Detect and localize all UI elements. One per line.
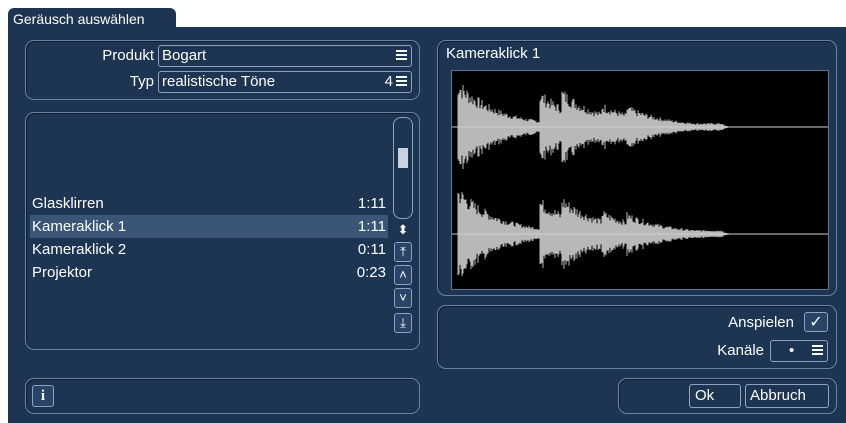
scrollbar-thumb[interactable] [398,148,408,168]
produkt-value: Bogart [162,47,207,64]
list-item-name: Kameraklick 1 [32,218,127,235]
list-item-name: Glasklirren [32,195,104,212]
list-item-selected[interactable]: Kameraklick 1 1:11 [30,215,388,238]
typ-label: Typ [129,73,154,90]
typ-count: 4 [384,73,393,90]
anspielen-label: Anspielen [728,314,794,331]
dialog-title: Geräusch auswählen [13,11,145,27]
footer-right-panel: Ok Abbruch [618,378,837,414]
info-button[interactable]: i [32,385,54,407]
produkt-label: Produkt [102,47,154,64]
list-item-name: Kameraklick 2 [32,241,127,258]
list-item[interactable]: Projektor 0:23 [30,261,388,284]
typ-select[interactable]: realistische Töne 4 [158,71,412,93]
menu-icon [812,345,823,357]
filter-panel: Produkt Bogart Typ realistische Töne 4 [25,40,420,100]
list-item-duration: 1:11 [357,195,386,212]
anspielen-checkbox[interactable]: ✓ [804,312,828,332]
scroll-top-button[interactable]: ⤒ [394,242,412,262]
waveform-graphic [452,85,828,277]
scrollbar-track[interactable] [393,117,413,219]
typ-value: realistische Töne [162,73,276,90]
kanaele-select[interactable]: • [770,340,828,362]
list-item-duration: 0:23 [356,264,386,281]
scroll-both-icon[interactable]: ⬍ [395,222,411,238]
list-item-name: Projektor [32,264,93,281]
scroll-down-button[interactable]: ˅ [394,288,412,308]
menu-icon [396,50,407,62]
list-item-duration: 0:11 [357,241,386,258]
kanaele-label: Kanäle [717,342,764,359]
waveform-display [451,70,829,290]
scroll-up-button[interactable]: ˄ [394,265,412,285]
options-panel: Anspielen ✓ Kanäle • [437,305,837,369]
ok-button[interactable]: Ok [689,384,741,408]
preview-title: Kameraklick 1 [446,45,541,62]
produkt-select[interactable]: Bogart [158,45,412,67]
kanaele-value: • [789,342,795,359]
list-item[interactable]: Kameraklick 2 0:11 [30,238,388,261]
cancel-button[interactable]: Abbruch [745,384,829,408]
list-item-duration: 1:11 [357,218,386,235]
scroll-bottom-button[interactable]: ⤓ [394,313,412,333]
footer-left-panel: i [25,378,420,414]
menu-icon [396,76,407,88]
list-item[interactable]: Glasklirren 1:11 [30,192,388,215]
